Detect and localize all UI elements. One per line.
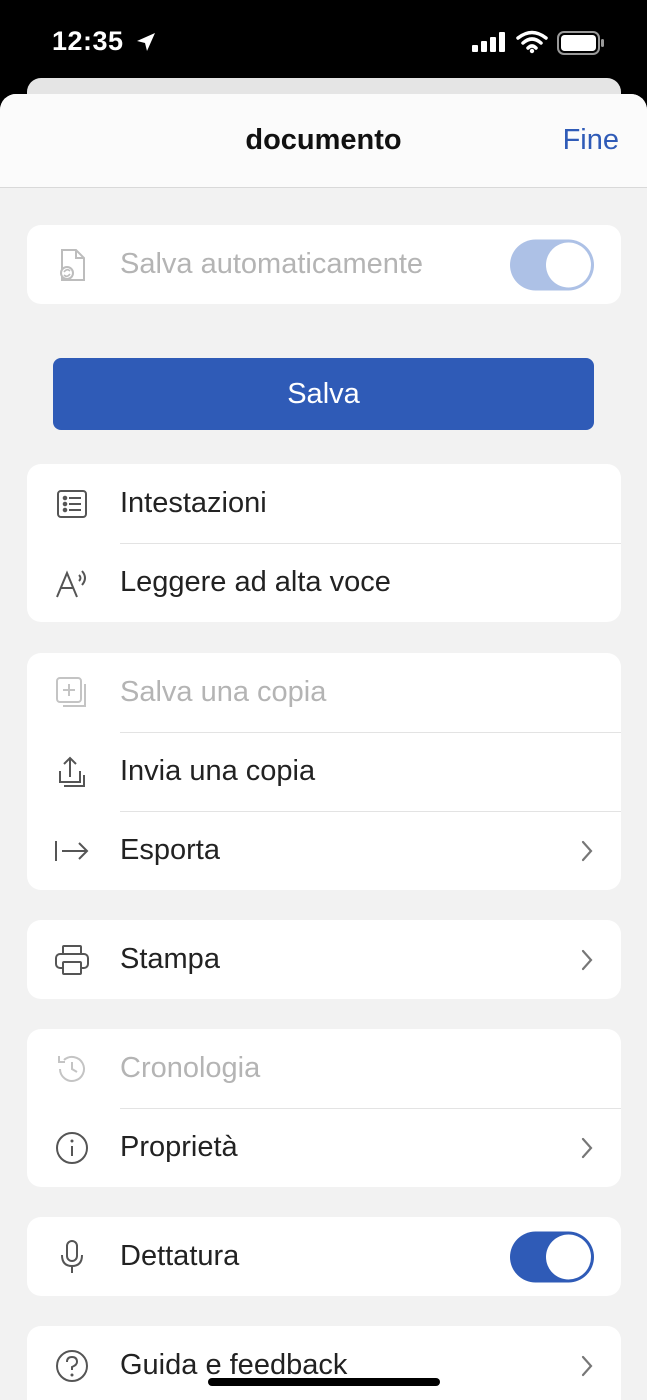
export-label: Esporta [120, 834, 220, 866]
chevron-right-icon [581, 1137, 593, 1158]
status-bar: 12:35 [0, 0, 647, 90]
dictation-toggle[interactable] [510, 1231, 594, 1282]
printer-icon [54, 942, 90, 978]
send-copy-label: Invia una copia [120, 755, 316, 787]
chevron-right-icon [581, 1355, 593, 1376]
help-icon [54, 1348, 90, 1384]
dictation-group: Dettatura [27, 1217, 621, 1296]
read-aloud-row[interactable]: Leggere ad alta voce [27, 543, 621, 622]
chevron-right-icon [581, 840, 593, 861]
autosave-toggle[interactable] [510, 239, 594, 290]
headings-label: Intestazioni [120, 487, 267, 519]
share-icon [54, 754, 90, 790]
file-menu-sheet: documento Fine Salva automaticamente Sal… [0, 94, 647, 1400]
sheet-header: documento Fine [0, 94, 647, 188]
info-group: Cronologia Proprietà [27, 1029, 621, 1187]
autosave-row: Salva automaticamente [27, 225, 621, 304]
list-icon [54, 486, 90, 522]
wifi-icon [516, 30, 548, 54]
autosave-group: Salva automaticamente [27, 225, 621, 304]
print-group: Stampa [27, 920, 621, 999]
done-button[interactable]: Fine [563, 124, 619, 157]
export-row[interactable]: Esporta [27, 811, 621, 890]
save-copy-label: Salva una copia [120, 676, 327, 708]
share-group: Salva una copia Invia una copia Esporta [27, 653, 621, 890]
info-icon [54, 1130, 90, 1166]
print-label: Stampa [120, 943, 220, 975]
sheet-title: documento [245, 124, 402, 156]
chevron-right-icon [581, 949, 593, 970]
read-aloud-label: Leggere ad alta voce [120, 566, 391, 598]
autosave-label: Salva automaticamente [120, 248, 424, 280]
properties-label: Proprietà [120, 1131, 238, 1163]
history-row: Cronologia [27, 1029, 621, 1108]
send-copy-row[interactable]: Invia una copia [27, 732, 621, 811]
save-copy-icon [54, 675, 90, 711]
view-group: Intestazioni Leggere ad alta voce [27, 464, 621, 622]
home-indicator[interactable] [208, 1378, 440, 1386]
cellular-signal-icon [472, 32, 505, 52]
history-label: Cronologia [120, 1052, 261, 1084]
help-group: Guida e feedback [27, 1326, 621, 1400]
location-arrow-icon [137, 33, 155, 51]
export-icon [54, 833, 90, 869]
properties-row[interactable]: Proprietà [27, 1108, 621, 1187]
help-row[interactable]: Guida e feedback [27, 1326, 621, 1400]
print-row[interactable]: Stampa [27, 920, 621, 999]
dictation-row: Dettatura [27, 1217, 621, 1296]
save-button[interactable]: Salva [53, 358, 594, 430]
toggle-knob [546, 1234, 591, 1279]
dictation-label: Dettatura [120, 1240, 240, 1272]
headings-row[interactable]: Intestazioni [27, 464, 621, 543]
battery-icon [557, 31, 604, 55]
toggle-knob [546, 242, 591, 287]
autosave-document-icon [54, 247, 90, 283]
microphone-icon [54, 1239, 90, 1275]
read-aloud-icon [54, 565, 90, 601]
save-copy-row: Salva una copia [27, 653, 621, 732]
history-icon [54, 1051, 90, 1087]
status-time: 12:35 [52, 26, 124, 56]
